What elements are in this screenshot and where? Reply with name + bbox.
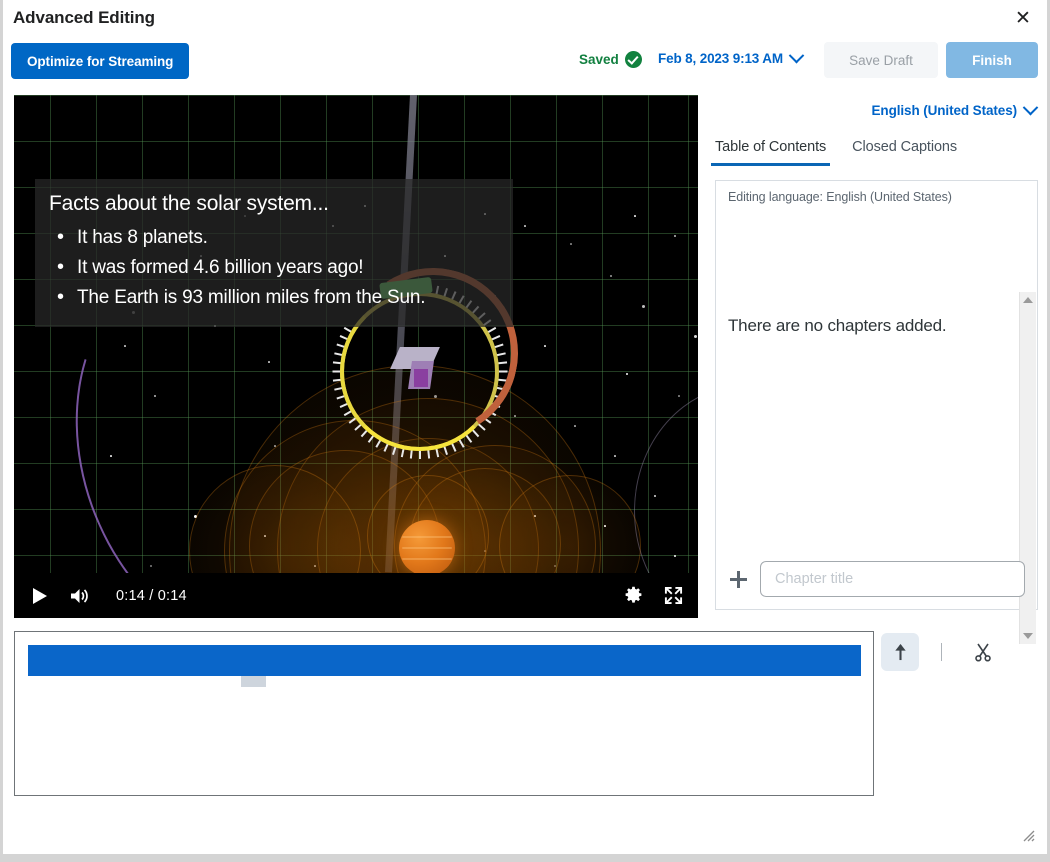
video-player[interactable]: Facts about the solar system... It has 8… <box>14 95 698 618</box>
chevron-down-icon <box>788 47 805 64</box>
tab-table-of-contents[interactable]: Table of Contents <box>710 139 831 166</box>
optimize-for-streaming-button[interactable]: Optimize for Streaming <box>11 43 190 79</box>
advanced-editing-window: Advanced Editing ✕ Optimize for Streamin… <box>0 0 1050 862</box>
check-circle-icon <box>624 51 642 68</box>
toolbar-divider <box>941 643 942 661</box>
satellite-graphic <box>390 339 452 395</box>
timeline-editor[interactable] <box>14 631 874 796</box>
video-control-bar: 0:14 / 0:14 <box>14 573 698 618</box>
caption-bullet-list: It has 8 planets. It was formed 4.6 bill… <box>49 222 499 313</box>
volume-icon[interactable] <box>64 581 94 611</box>
side-panel: English (United States) Table of Content… <box>710 95 1039 644</box>
add-chapter-row <box>728 561 1025 597</box>
scroll-down-arrow-icon[interactable] <box>1023 633 1033 639</box>
fullscreen-icon[interactable] <box>658 581 688 611</box>
close-icon[interactable]: ✕ <box>1011 8 1035 32</box>
list-item: The Earth is 93 million miles from the S… <box>57 282 499 313</box>
caption-title: Facts about the solar system... <box>49 192 329 215</box>
language-dropdown[interactable]: English (United States) <box>871 99 1039 118</box>
scroll-up-arrow-icon[interactable] <box>1023 297 1033 303</box>
orange-planet <box>399 520 455 573</box>
caption-overlay: Facts about the solar system... It has 8… <box>35 179 513 327</box>
table-of-contents-panel: Editing language: English (United States… <box>715 180 1038 644</box>
timeline-toolbar <box>881 631 1021 673</box>
list-item: It was formed 4.6 billion years ago! <box>57 252 499 283</box>
timeline-playhead-marker[interactable] <box>241 676 266 687</box>
version-date-label: Feb 8, 2023 9:13 AM <box>658 51 783 66</box>
resize-grip-icon[interactable] <box>1021 828 1035 842</box>
page-title: Advanced Editing <box>13 8 155 27</box>
arrow-up-icon[interactable] <box>881 633 919 671</box>
gear-icon[interactable] <box>618 581 648 611</box>
saved-label: Saved <box>579 52 619 67</box>
timeline-track[interactable] <box>28 645 861 676</box>
chapter-title-input[interactable] <box>760 561 1025 597</box>
chevron-down-icon <box>1022 99 1039 116</box>
plus-icon[interactable] <box>728 569 748 589</box>
save-draft-button[interactable]: Save Draft <box>824 42 938 78</box>
saved-status: Saved <box>579 51 642 68</box>
finish-button[interactable]: Finish <box>946 42 1038 78</box>
list-item: It has 8 planets. <box>57 222 499 253</box>
empty-chapters-message: There are no chapters added. <box>728 316 947 335</box>
language-label: English (United States) <box>871 103 1018 118</box>
version-date-dropdown[interactable]: Feb 8, 2023 9:13 AM <box>658 47 805 66</box>
play-icon[interactable] <box>24 581 54 611</box>
scissors-icon[interactable] <box>964 633 1002 671</box>
editing-language-label: Editing language: English (United States… <box>728 190 952 204</box>
tab-closed-captions[interactable]: Closed Captions <box>852 139 957 166</box>
panel-tabs: Table of Contents Closed Captions <box>710 139 957 175</box>
time-display: 0:14 / 0:14 <box>116 587 187 604</box>
video-stage: Facts about the solar system... It has 8… <box>14 95 698 573</box>
title-bar: Advanced Editing ✕ <box>3 0 1047 38</box>
